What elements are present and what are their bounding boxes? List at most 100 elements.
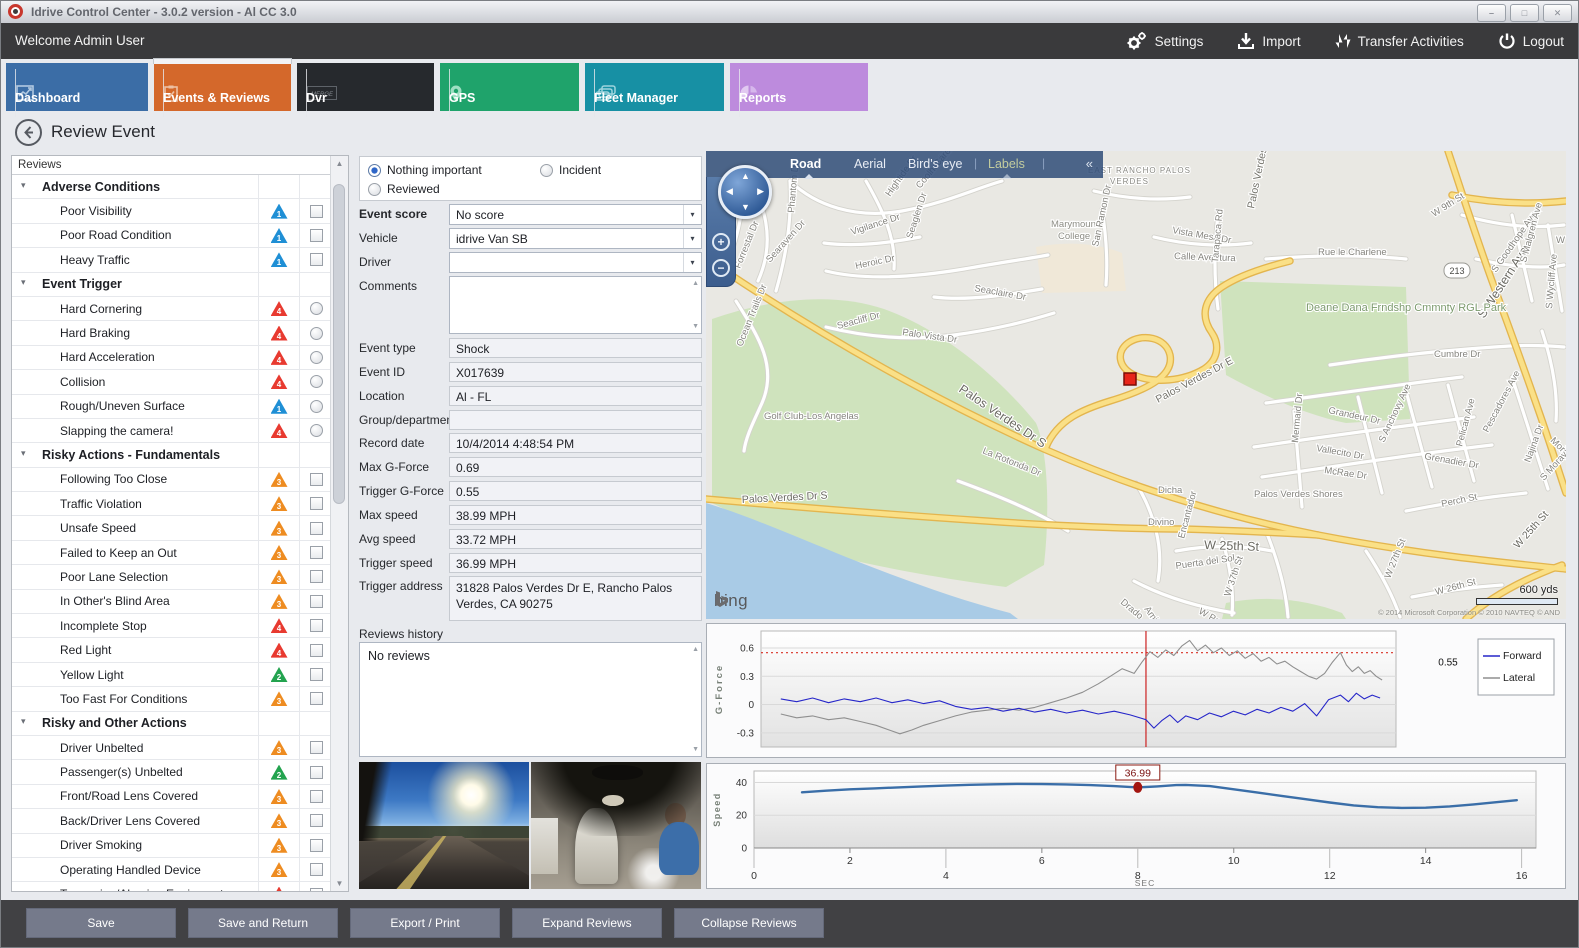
tree-item-row[interactable]: Operating Handled Device3: [12, 858, 330, 882]
front-camera-video[interactable]: [359, 762, 529, 889]
tree-item-row[interactable]: Collision4: [12, 370, 330, 394]
tree-item-row[interactable]: Poor Visibility1: [12, 199, 330, 223]
tree-item-row[interactable]: Rough/Uneven Surface1: [12, 395, 330, 419]
item-checkbox[interactable]: [310, 546, 323, 559]
collapse-arrow-icon[interactable]: ▾: [21, 277, 26, 288]
tab-dashboard[interactable]: Dashboard: [6, 63, 148, 111]
export-print-button[interactable]: Export / Print: [350, 908, 500, 938]
tab-events-reviews[interactable]: Events & Reviews: [154, 63, 291, 111]
logout-button[interactable]: Logout: [1498, 32, 1564, 50]
tree-category-row[interactable]: ▾Risky and Other Actions: [12, 712, 330, 736]
tab-gps[interactable]: GPS: [440, 63, 579, 111]
tree-item-row[interactable]: Traffic Violation3: [12, 492, 330, 516]
dropdown-arrow-icon[interactable]: ▾: [683, 229, 701, 248]
pan-right-icon[interactable]: ▶: [757, 187, 764, 196]
driver-select[interactable]: ▾: [449, 252, 702, 273]
pan-down-icon[interactable]: ▼: [741, 203, 750, 212]
item-checkbox[interactable]: [310, 522, 323, 535]
tab-fleet-manager[interactable]: Fleet Manager: [585, 63, 724, 111]
settings-button[interactable]: Settings: [1126, 31, 1204, 51]
item-radio[interactable]: [310, 424, 323, 437]
tab-dvr[interactable]: MERGEDvr: [297, 63, 434, 111]
tree-item-row[interactable]: Tampering/Abusing Equipment4: [12, 882, 330, 891]
tree-item-row[interactable]: Driver Unbelted3: [12, 736, 330, 760]
tree-item-row[interactable]: Failed to Keep an Out3: [12, 541, 330, 565]
item-radio[interactable]: [310, 351, 323, 364]
tree-category-row[interactable]: ▾Event Trigger: [12, 273, 330, 297]
tree-item-row[interactable]: Following Too Close3: [12, 468, 330, 492]
item-checkbox[interactable]: [310, 839, 323, 852]
item-checkbox[interactable]: [310, 619, 323, 632]
item-checkbox[interactable]: [310, 766, 323, 779]
collapse-reviews-button[interactable]: Collapse Reviews: [674, 908, 824, 938]
tree-item-row[interactable]: Poor Road Condition1: [12, 224, 330, 248]
tree-item-row[interactable]: Red Light4: [12, 638, 330, 662]
minimize-button[interactable]: –: [1477, 4, 1506, 22]
item-checkbox[interactable]: [310, 473, 323, 486]
pan-left-icon[interactable]: ◀: [726, 187, 733, 196]
scroll-thumb[interactable]: [333, 184, 345, 504]
item-checkbox[interactable]: [310, 644, 323, 657]
item-radio[interactable]: [310, 375, 323, 388]
tree-category-row[interactable]: ▾Adverse Conditions: [12, 175, 330, 199]
tree-item-row[interactable]: Unsafe Speed3: [12, 516, 330, 540]
map-panel[interactable]: Conqueror DrForrestal DrSearaven DrPhant…: [706, 151, 1566, 619]
tab-reports[interactable]: Reports: [730, 63, 868, 111]
maximize-button[interactable]: □: [1510, 4, 1539, 22]
item-checkbox[interactable]: [310, 205, 323, 218]
item-checkbox[interactable]: [310, 570, 323, 583]
item-radio[interactable]: [310, 400, 323, 413]
item-checkbox[interactable]: [310, 888, 323, 891]
tree-item-row[interactable]: Yellow Light2: [12, 663, 330, 687]
item-radio[interactable]: [310, 327, 323, 340]
collapse-arrow-icon[interactable]: ▾: [21, 716, 26, 727]
item-checkbox[interactable]: [310, 595, 323, 608]
map-style-birds-eye[interactable]: Bird's eye: [908, 157, 963, 171]
scroll-down-icon[interactable]: ▼: [331, 876, 348, 891]
radio-incident[interactable]: Incident: [540, 163, 601, 177]
scroll-up-icon[interactable]: ▲: [692, 646, 699, 653]
tree-item-row[interactable]: Slapping the camera!4: [12, 419, 330, 443]
map-style-road[interactable]: Road: [790, 157, 821, 171]
expand-reviews-button[interactable]: Expand Reviews: [512, 908, 662, 938]
scroll-up-icon[interactable]: ▲: [692, 280, 699, 287]
tree-item-row[interactable]: In Other's Blind Area3: [12, 590, 330, 614]
tree-item-row[interactable]: Back/Driver Lens Covered3: [12, 809, 330, 833]
tree-item-row[interactable]: Driver Smoking3: [12, 834, 330, 858]
save-button[interactable]: Save: [26, 908, 176, 938]
tree-item-row[interactable]: Passenger(s) Unbelted2: [12, 760, 330, 784]
map-style-aerial[interactable]: Aerial: [854, 157, 886, 171]
scroll-up-icon[interactable]: ▲: [331, 156, 348, 171]
save-and-return-button[interactable]: Save and Return: [188, 908, 338, 938]
item-checkbox[interactable]: [310, 253, 323, 266]
item-checkbox[interactable]: [310, 814, 323, 827]
item-radio[interactable]: [310, 302, 323, 315]
radio-nothing-important[interactable]: Nothing important: [368, 163, 482, 177]
close-button[interactable]: ✕: [1543, 4, 1572, 22]
event-score-select[interactable]: No score▾: [449, 204, 702, 225]
tree-scrollbar[interactable]: ▲ ▼: [330, 156, 348, 891]
vehicle-select[interactable]: idrive Van SB▾: [449, 228, 702, 249]
cabin-camera-video[interactable]: [531, 762, 701, 889]
collapse-arrow-icon[interactable]: ▾: [21, 448, 26, 459]
item-checkbox[interactable]: [310, 790, 323, 803]
scroll-down-icon[interactable]: ▼: [692, 323, 699, 330]
map-collapse-button[interactable]: «: [1086, 156, 1093, 171]
tree-item-row[interactable]: Hard Braking4: [12, 321, 330, 345]
item-checkbox[interactable]: [310, 741, 323, 754]
collapse-arrow-icon[interactable]: ▾: [21, 180, 26, 191]
item-checkbox[interactable]: [310, 229, 323, 242]
zoom-out-button[interactable]: −: [712, 259, 730, 277]
tree-category-row[interactable]: ▾Risky Actions - Fundamentals: [12, 443, 330, 467]
dropdown-arrow-icon[interactable]: ▾: [683, 253, 701, 272]
scroll-down-icon[interactable]: ▼: [692, 746, 699, 753]
item-checkbox[interactable]: [310, 497, 323, 510]
item-checkbox[interactable]: [310, 692, 323, 705]
radio-reviewed[interactable]: Reviewed: [368, 182, 440, 196]
dropdown-arrow-icon[interactable]: ▾: [683, 205, 701, 224]
tree-item-row[interactable]: Incomplete Stop4: [12, 614, 330, 638]
item-checkbox[interactable]: [310, 668, 323, 681]
zoom-in-button[interactable]: +: [712, 233, 730, 251]
pan-control[interactable]: ▲ ▼ ◀ ▶: [718, 165, 772, 219]
map-style-labels[interactable]: Labels: [988, 157, 1025, 171]
